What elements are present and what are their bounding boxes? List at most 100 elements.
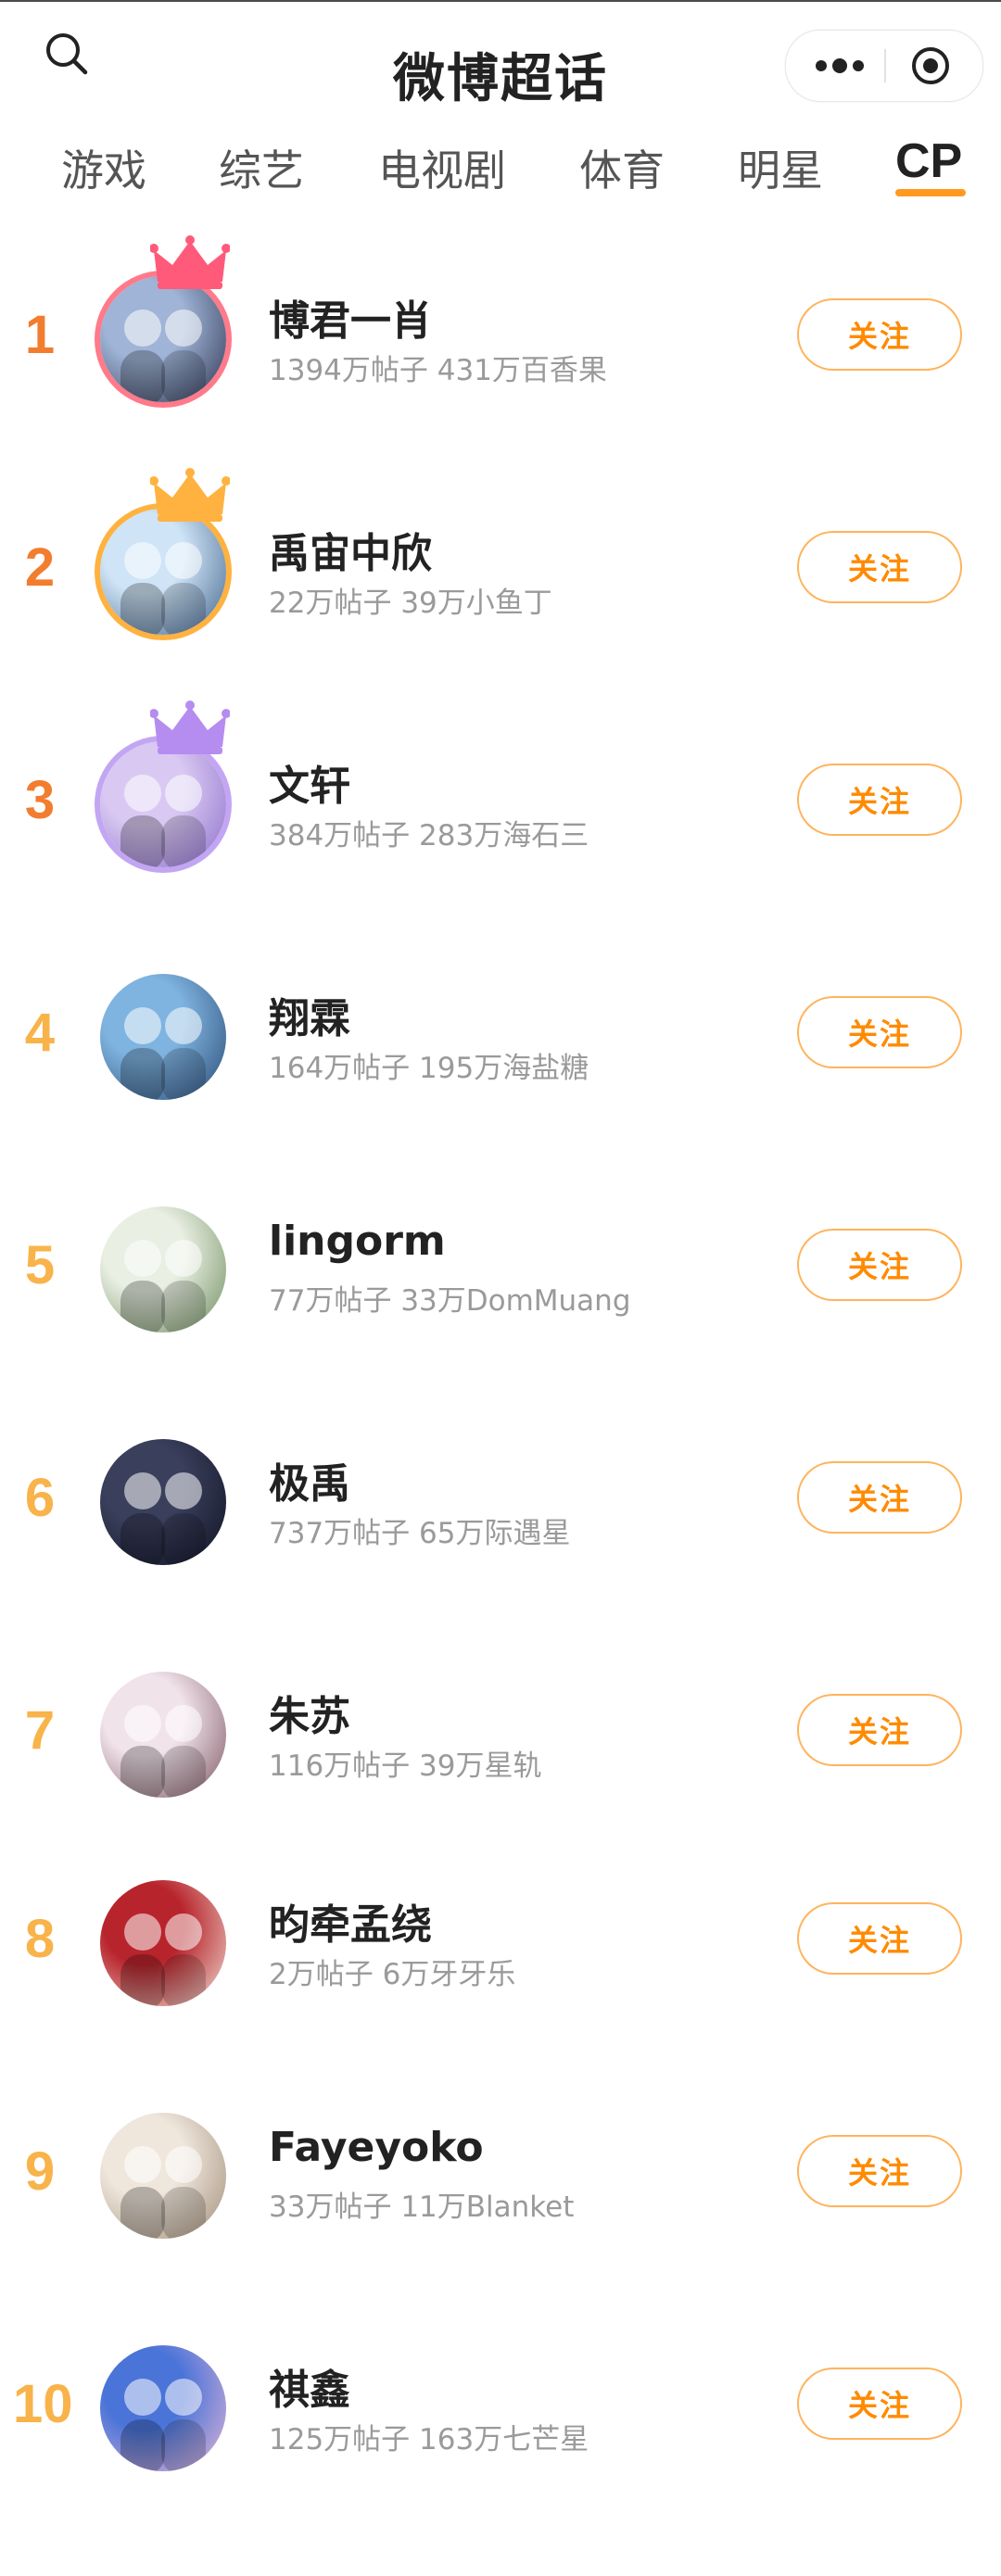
tab-sports[interactable]: 体育 <box>579 137 665 198</box>
topic-stats: 2万帖子 6万牙牙乐 <box>269 1951 515 1992</box>
fan-count: 195万海盐糖 <box>419 1052 589 1085</box>
topic-name[interactable]: 翔霖 <box>269 985 350 1044</box>
rank-number: 7 <box>24 1700 56 1761</box>
avatar[interactable] <box>100 2113 226 2239</box>
avatar[interactable] <box>100 1206 226 1332</box>
fan-count: 33万DomMuang <box>400 1284 631 1318</box>
follow-button[interactable]: 关注 <box>797 1902 962 1975</box>
topic-name[interactable]: 祺鑫 <box>269 2356 350 2416</box>
mini-program-capsule <box>785 30 983 102</box>
list-item[interactable]: 3 文轩 384万帖子 283万海石三 关注 <box>0 701 1001 891</box>
topic-name[interactable]: lingorm <box>269 1218 446 1265</box>
active-tab-indicator <box>895 189 966 196</box>
tab-stars[interactable]: 明星 <box>738 137 823 198</box>
rank-number: 9 <box>24 2141 56 2202</box>
post-count: 33万帖子 <box>269 2191 392 2224</box>
topic-stats: 164万帖子 195万海盐糖 <box>269 1044 589 1086</box>
avatar[interactable] <box>100 1439 226 1565</box>
follow-button[interactable]: 关注 <box>797 764 962 836</box>
list-item[interactable]: 10 祺鑫 125万帖子 163万七芒星 关注 <box>0 2329 1001 2495</box>
topic-stats: 1394万帖子 431万百香果 <box>269 347 607 388</box>
fan-count: 11万Blanket <box>400 2191 575 2224</box>
rank-number: 1 <box>24 305 56 365</box>
topic-stats: 33万帖子 11万Blanket <box>269 2183 574 2225</box>
post-count: 384万帖子 <box>269 819 411 852</box>
avatar-figures-icon <box>120 1472 206 1565</box>
follow-button[interactable]: 关注 <box>797 1461 962 1534</box>
avatar-figures-icon <box>120 1240 206 1332</box>
follow-button[interactable]: 关注 <box>797 1229 962 1301</box>
avatar-container <box>89 963 237 1111</box>
avatar-figures-icon <box>120 775 206 867</box>
list-item[interactable]: 7 朱苏 116万帖子 39万星轨 关注 <box>0 1655 1001 1822</box>
topic-name[interactable]: 文轩 <box>269 752 350 812</box>
avatar-container <box>89 1195 237 1344</box>
avatar-container <box>89 701 237 878</box>
list-item[interactable]: 1 博君一肖 1394万帖子 431万百香果 关注 <box>0 235 1001 426</box>
topic-name[interactable]: 朱苏 <box>269 1683 350 1742</box>
list-item[interactable]: 4 翔霖 164万帖子 195万海盐糖 关注 <box>0 957 1001 1124</box>
topic-stats: 77万帖子 33万DomMuang <box>269 1277 631 1319</box>
rank-number: 3 <box>24 770 56 830</box>
list-item[interactable]: 2 禹宙中欣 22万帖子 39万小鱼丁 关注 <box>0 468 1001 659</box>
topic-stats: 384万帖子 283万海石三 <box>269 812 589 853</box>
tab-games[interactable]: 游戏 <box>61 137 146 198</box>
fan-count: 65万际遇星 <box>419 1517 571 1550</box>
tab-cp[interactable]: CP <box>895 133 962 189</box>
avatar-container <box>89 2102 237 2250</box>
topic-name[interactable]: 禹宙中欣 <box>269 520 432 579</box>
crown-icon <box>150 468 230 522</box>
avatar[interactable] <box>100 509 226 635</box>
list-item[interactable]: 5 lingorm 77万帖子 33万DomMuang 关注 <box>0 1190 1001 1357</box>
tab-tv-drama[interactable]: 电视剧 <box>378 137 506 198</box>
topic-name[interactable]: 昀牵孟绕 <box>269 1891 432 1951</box>
follow-button[interactable]: 关注 <box>797 298 962 371</box>
follow-button[interactable]: 关注 <box>797 531 962 603</box>
capsule-divider <box>884 49 886 82</box>
post-count: 164万帖子 <box>269 1052 411 1085</box>
avatar-container <box>89 1869 237 2017</box>
tab-variety[interactable]: 综艺 <box>219 137 304 198</box>
post-count: 737万帖子 <box>269 1517 411 1550</box>
follow-button[interactable]: 关注 <box>797 1694 962 1766</box>
avatar[interactable] <box>100 276 226 402</box>
post-count: 2万帖子 <box>269 1958 374 1991</box>
avatar-container <box>89 1428 237 1576</box>
rank-number: 6 <box>24 1468 56 1528</box>
rank-number: 8 <box>24 1909 56 1969</box>
follow-button[interactable]: 关注 <box>797 2368 962 2440</box>
rank-number: 2 <box>24 537 56 598</box>
fan-count: 6万牙牙乐 <box>382 1958 516 1991</box>
avatar[interactable] <box>100 974 226 1100</box>
rank-number: 5 <box>24 1235 56 1295</box>
topic-name[interactable]: 极禹 <box>269 1450 350 1509</box>
avatar[interactable] <box>100 1672 226 1798</box>
more-dots-icon[interactable] <box>810 47 869 84</box>
topic-name[interactable]: Fayeyoko <box>269 2124 484 2171</box>
post-count: 22万帖子 <box>269 587 392 620</box>
avatar-figures-icon <box>120 1007 206 1100</box>
topic-name[interactable]: 博君一肖 <box>269 287 432 347</box>
list-item[interactable]: 6 极禹 737万帖子 65万际遇星 关注 <box>0 1422 1001 1589</box>
avatar-figures-icon <box>120 542 206 635</box>
post-count: 125万帖子 <box>269 2423 411 2456</box>
fan-count: 39万小鱼丁 <box>400 587 552 620</box>
avatar[interactable] <box>100 1880 226 2006</box>
topic-stats: 22万帖子 39万小鱼丁 <box>269 579 552 621</box>
post-count: 116万帖子 <box>269 1749 411 1783</box>
fan-count: 163万七芒星 <box>419 2423 589 2456</box>
post-count: 77万帖子 <box>269 1284 392 1318</box>
list-item[interactable]: 9 Fayeyoko 33万帖子 11万Blanket 关注 <box>0 2096 1001 2263</box>
list-item[interactable]: 8 昀牵孟绕 2万帖子 6万牙牙乐 关注 <box>0 1863 1001 2030</box>
avatar[interactable] <box>100 741 226 867</box>
mini-program-close-icon[interactable] <box>910 45 951 86</box>
avatar-figures-icon <box>120 2146 206 2239</box>
topic-stats: 737万帖子 65万际遇星 <box>269 1509 570 1551</box>
topic-stats: 116万帖子 39万星轨 <box>269 1742 541 1784</box>
crown-icon <box>150 235 230 289</box>
follow-button[interactable]: 关注 <box>797 2135 962 2207</box>
fan-count: 431万百香果 <box>437 354 607 387</box>
follow-button[interactable]: 关注 <box>797 996 962 1068</box>
category-tabs: 游戏 综艺 电视剧 体育 明星 CP <box>0 130 1001 222</box>
avatar[interactable] <box>100 2345 226 2471</box>
